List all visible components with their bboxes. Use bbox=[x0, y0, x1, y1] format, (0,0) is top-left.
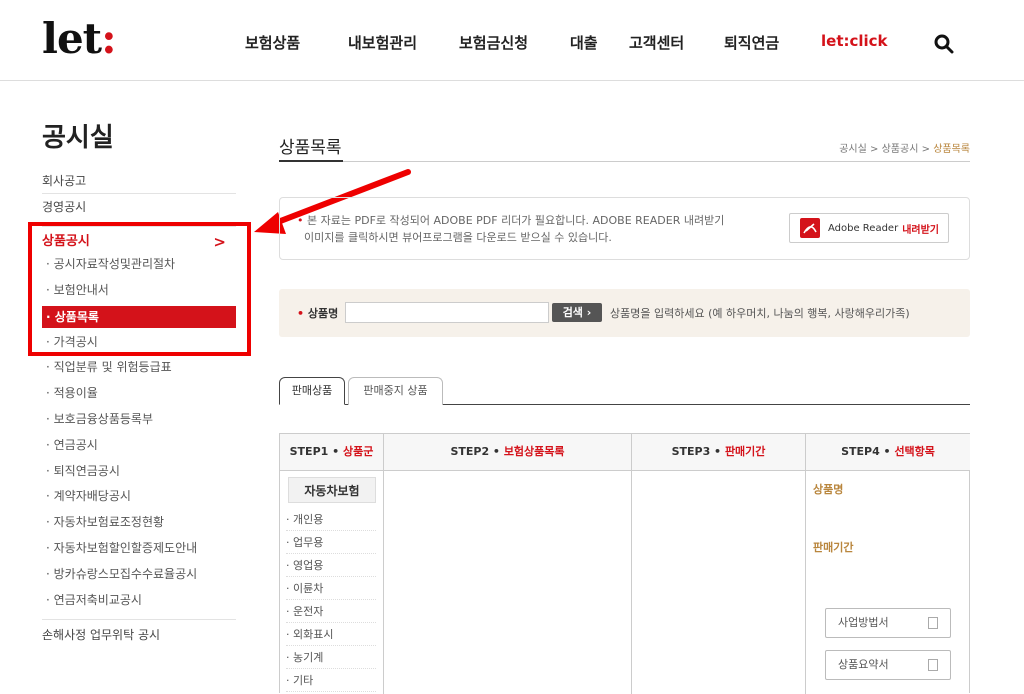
category-item[interactable]: · 개인용 bbox=[286, 508, 376, 531]
sidebar-subitem[interactable]: · 연금공시 bbox=[42, 433, 236, 459]
category-header[interactable]: 자동차보험 bbox=[288, 477, 376, 503]
nav-customer-center[interactable]: 고객센터 bbox=[629, 32, 724, 53]
sidebar-subitem[interactable]: · 자동차보험할인할증제도안내 bbox=[42, 536, 236, 562]
sidebar-subitem[interactable]: · 적용이율 bbox=[42, 381, 236, 407]
search-label: • 상품명 bbox=[297, 307, 339, 320]
breadcrumb-item[interactable]: 상품공시 bbox=[882, 144, 919, 155]
nav-letclick[interactable]: let:click bbox=[821, 32, 926, 53]
annotation-highlight-box bbox=[28, 222, 251, 356]
nav-my-insurance[interactable]: 내보험관리 bbox=[348, 32, 459, 53]
pdf-notice-text: • 본 자료는 PDF로 작성되어 ADOBE PDF 리더가 필요합니다. A… bbox=[297, 214, 725, 244]
category-item[interactable]: · 농기계 bbox=[286, 646, 376, 669]
step3-header: STEP3 • 판매기간 bbox=[632, 434, 805, 471]
category-item[interactable]: · 기타 bbox=[286, 669, 376, 692]
tab-discontinued[interactable]: 판매중지 상품 bbox=[348, 377, 443, 405]
document-icon bbox=[928, 659, 938, 671]
logo[interactable]: let: bbox=[42, 14, 117, 63]
nav-loan[interactable]: 대출 bbox=[570, 32, 629, 53]
category-item[interactable]: · 운전자 bbox=[286, 600, 376, 623]
sidebar-subitem[interactable]: · 직업분류 및 위험등급표 bbox=[42, 355, 236, 381]
breadcrumb-item[interactable]: 공시실 bbox=[839, 144, 867, 155]
breadcrumb: 공시실 > 상품공시 > 상품목록 bbox=[839, 140, 970, 155]
tab-on-sale[interactable]: 판매상품 bbox=[279, 377, 345, 405]
step2-header: STEP2 • 보험상품목록 bbox=[384, 434, 631, 471]
step4-header: STEP4 • 선택항목 bbox=[806, 434, 970, 471]
sidebar-item-claims-outsourcing[interactable]: 손해사정 업무위탁 공시 bbox=[42, 619, 236, 649]
column-divider bbox=[383, 434, 384, 694]
sidebar-title: 공시실 bbox=[42, 123, 114, 153]
search-icon[interactable] bbox=[934, 34, 954, 54]
main-nav: 보험상품 내보험관리 보험금신청 대출 고객센터 퇴직연금 let:click bbox=[245, 32, 926, 53]
document-icon bbox=[928, 617, 938, 629]
nav-claims[interactable]: 보험금신청 bbox=[459, 32, 570, 53]
category-item[interactable]: · 이륜차 bbox=[286, 577, 376, 600]
category-item[interactable]: · 업무용 bbox=[286, 531, 376, 554]
sidebar-subitem[interactable]: · 계약자배당공시 bbox=[42, 484, 236, 510]
column-divider bbox=[631, 434, 632, 694]
sidebar-subitem[interactable]: · 보호금융상품등록부 bbox=[42, 407, 236, 433]
column-divider bbox=[805, 434, 806, 694]
step1-header: STEP1 • 상품군 bbox=[280, 434, 383, 471]
logo-colon: : bbox=[101, 14, 116, 63]
search-button[interactable]: 검색 › bbox=[552, 303, 602, 322]
sidebar-subitem[interactable]: · 자동차보험료조정현황 bbox=[42, 510, 236, 536]
sidebar-subitem[interactable]: · 연금저축비교공시 bbox=[42, 588, 236, 614]
option-product-name-label: 상품명 bbox=[813, 483, 844, 496]
product-summary-button[interactable]: 상품요약서 bbox=[825, 650, 951, 680]
category-list: · 개인용 · 업무용 · 영업용 · 이륜차 · 운전자 · 외화표시 · 농… bbox=[286, 508, 376, 692]
product-name-input[interactable] bbox=[345, 302, 549, 323]
adobe-reader-download-button[interactable]: Adobe Reader 내려받기 bbox=[789, 213, 949, 243]
product-step-table: STEP1 • 상품군 STEP2 • 보험상품목록 STEP3 • 판매기간 … bbox=[279, 433, 970, 694]
product-tabs: 판매상품 판매중지 상품 bbox=[279, 377, 970, 405]
search-hint: 상품명을 입력하세요 (예 하우머치, 나눔의 행복, 사랑해우리가족) bbox=[610, 307, 910, 320]
sidebar-item-management[interactable]: 경영공시 bbox=[42, 194, 236, 220]
breadcrumb-current: 상품목록 bbox=[933, 144, 970, 155]
breadcrumb-separator: > bbox=[870, 144, 879, 155]
pdf-notice-box: • 본 자료는 PDF로 작성되어 ADOBE PDF 리더가 필요합니다. A… bbox=[279, 197, 970, 260]
sidebar-subitem[interactable]: · 방카슈랑스모집수수료율공시 bbox=[42, 562, 236, 588]
logo-text: let bbox=[42, 14, 102, 63]
category-item[interactable]: · 외화표시 bbox=[286, 623, 376, 646]
page-title: 상품목록 bbox=[279, 138, 342, 158]
sidebar-subitem[interactable]: · 퇴직연금공시 bbox=[42, 459, 236, 485]
product-search-bar: • 상품명 검색 › 상품명을 입력하세요 (예 하우머치, 나눔의 행복, 사… bbox=[279, 289, 970, 337]
sidebar-item-notice[interactable]: 회사공고 bbox=[42, 168, 236, 194]
site-header: let: 보험상품 내보험관리 보험금신청 대출 고객센터 퇴직연금 let:c… bbox=[0, 0, 1024, 81]
adobe-pdf-icon bbox=[800, 218, 820, 238]
title-divider bbox=[279, 160, 970, 162]
business-method-button[interactable]: 사업방법서 bbox=[825, 608, 951, 638]
option-period-label: 판매기간 bbox=[813, 541, 854, 554]
breadcrumb-separator: > bbox=[921, 144, 930, 155]
nav-insurance-products[interactable]: 보험상품 bbox=[245, 32, 348, 53]
nav-pension[interactable]: 퇴직연금 bbox=[724, 32, 821, 53]
category-item[interactable]: · 영업용 bbox=[286, 554, 376, 577]
